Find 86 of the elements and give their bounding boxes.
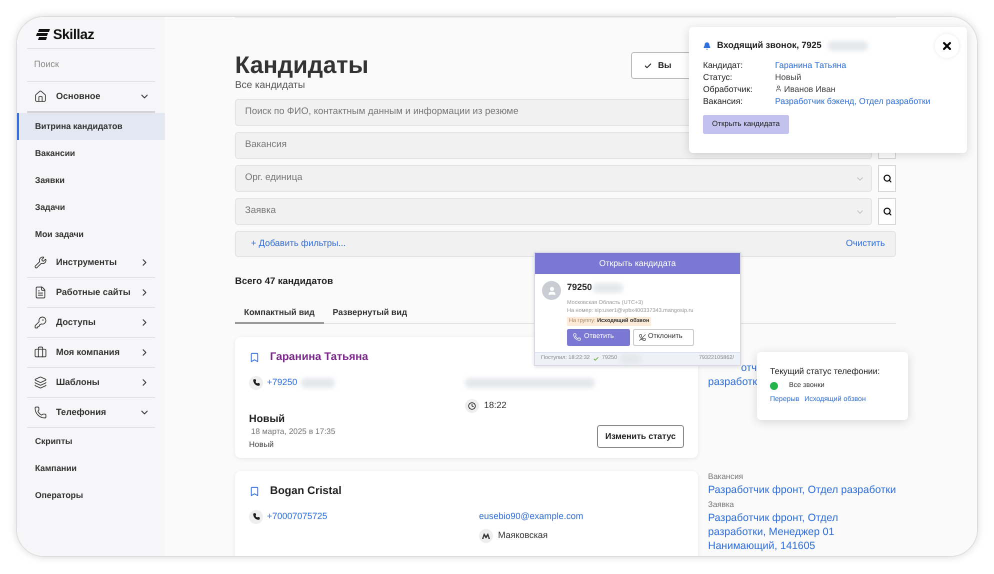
sidebar-item[interactable]: Операторы xyxy=(17,482,165,509)
group-label: Телефония xyxy=(56,406,108,419)
sidebar-group[interactable]: Инструменты xyxy=(17,248,165,277)
candidates-count: Всего 47 кандидатов xyxy=(235,275,334,289)
group-label: Работные сайты xyxy=(56,286,132,299)
status-title: Новый xyxy=(249,412,286,426)
search-button[interactable] xyxy=(878,198,896,225)
metro-station: Маяковская xyxy=(498,529,548,542)
bookmark-icon[interactable] xyxy=(249,486,260,497)
sidebar-item[interactable]: Задачи xyxy=(17,194,165,221)
group-label: Доступы xyxy=(56,316,97,329)
handler-name: Иванов Иван xyxy=(775,82,953,94)
side-label: Вакансия xyxy=(708,471,744,484)
group-label: Инструменты xyxy=(56,256,118,269)
status-date: 18 марта, 2025 в 17:35 xyxy=(250,426,336,438)
add-filters-link[interactable]: + Добавить фильтры... xyxy=(251,237,346,251)
clear-link[interactable]: Очистить xyxy=(846,237,885,251)
field-label: Обработчик: xyxy=(703,82,754,94)
filter-select[interactable]: Орг. единица xyxy=(235,165,872,192)
sidebar-group[interactable]: Шаблоны xyxy=(17,368,165,397)
change-status-button[interactable]: Изменить статус xyxy=(597,424,684,448)
sidebar-item[interactable]: Витрина кандидатов xyxy=(17,113,165,140)
vacancy-link[interactable]: Разработчик фронт, Отдел разработки, Менеджер 01 Нанимающий, 141605 xyxy=(708,511,896,554)
vacancy-link[interactable]: Разработчик фронт, Отдел разработки xyxy=(708,483,896,498)
status-stage: Новый xyxy=(249,438,275,451)
view-tab[interactable]: Компактный вид xyxy=(235,303,324,324)
phone-icon xyxy=(249,510,263,524)
bell-icon xyxy=(703,42,711,50)
vacancy-link[interactable]: разработк xyxy=(708,375,758,390)
phone-icon xyxy=(249,376,263,390)
side-label: Заявка xyxy=(708,499,735,512)
check-icon xyxy=(644,62,652,70)
sidebar-group[interactable]: Работные сайты xyxy=(17,278,165,307)
clock-icon xyxy=(465,398,479,413)
hang-up-icon xyxy=(639,334,646,340)
page-subtitle: Все кандидаты xyxy=(235,80,306,92)
popup-title: Входящий звонок, 7925 xyxy=(717,39,822,52)
filter-select[interactable]: Заявка xyxy=(235,198,872,225)
view-tab[interactable]: Развернутый вид xyxy=(324,303,416,324)
search-button[interactable] xyxy=(878,165,896,192)
phone-icon xyxy=(573,333,581,341)
open-candidate-button[interactable]: Открыть кандидата xyxy=(535,253,740,274)
group-label: Шаблоны xyxy=(56,376,101,389)
sidebar-group[interactable]: Основное xyxy=(17,82,165,111)
user-icon xyxy=(775,85,782,92)
sidebar-item[interactable]: Скрипты xyxy=(17,428,165,455)
status-popup-title: Текущий статус телефонии: xyxy=(770,365,881,378)
field-placeholder: Поиск по ФИО, контактным данным и информации из резюме xyxy=(245,105,518,120)
sidebar-item[interactable]: Кампании xyxy=(17,455,165,482)
call-time: 18:22 xyxy=(484,399,507,412)
avatar-icon xyxy=(542,281,561,300)
field-placeholder: Заявка xyxy=(245,204,276,218)
field-label: Статус: xyxy=(703,70,734,82)
blurred-redaction xyxy=(301,378,336,388)
search-icon xyxy=(882,174,892,183)
field-placeholder: Орг. единица xyxy=(245,171,302,186)
email-link[interactable]: eusebio90@example.com xyxy=(479,510,584,524)
page-title: Кандидаты xyxy=(235,52,370,80)
field-placeholder: Вакансия xyxy=(245,138,287,152)
group-label: Моя компания xyxy=(56,346,121,359)
check-icon xyxy=(592,356,599,362)
field-link[interactable]: Гаранина Татьяна xyxy=(775,58,953,70)
blurred-redaction xyxy=(593,282,624,293)
close-button[interactable] xyxy=(935,34,959,58)
metro-icon xyxy=(479,528,493,543)
caller-number: 79250 xyxy=(567,281,592,294)
vacancy-link[interactable]: отч xyxy=(741,361,757,376)
close-icon xyxy=(941,40,953,52)
phone-link[interactable]: +70007075725 xyxy=(267,510,328,524)
logo-icon xyxy=(36,29,50,40)
candidate-name[interactable]: Bogan Cristal xyxy=(270,483,342,500)
logo-text: Skillaz xyxy=(53,25,94,44)
sidebar-item[interactable]: Вакансии xyxy=(17,140,165,167)
sidebar-item[interactable]: Мои задачи xyxy=(17,221,165,248)
sidebar-item[interactable]: Заявки xyxy=(17,167,165,194)
field-value: Новый xyxy=(775,70,802,82)
group-label: Основное xyxy=(56,90,102,103)
sidebar-group[interactable]: Моя компания xyxy=(17,338,165,367)
sidebar-group[interactable]: Телефония xyxy=(17,398,165,427)
phone-link[interactable]: +79250 xyxy=(267,376,298,390)
sidebar-group[interactable]: Доступы xyxy=(17,308,165,337)
bookmark-icon[interactable] xyxy=(249,352,260,363)
field-label: Кандидат: xyxy=(703,58,744,70)
candidate-name[interactable]: Гаранина Татьяна xyxy=(270,349,368,366)
blurred-redaction xyxy=(828,40,868,51)
search-icon xyxy=(882,207,892,216)
